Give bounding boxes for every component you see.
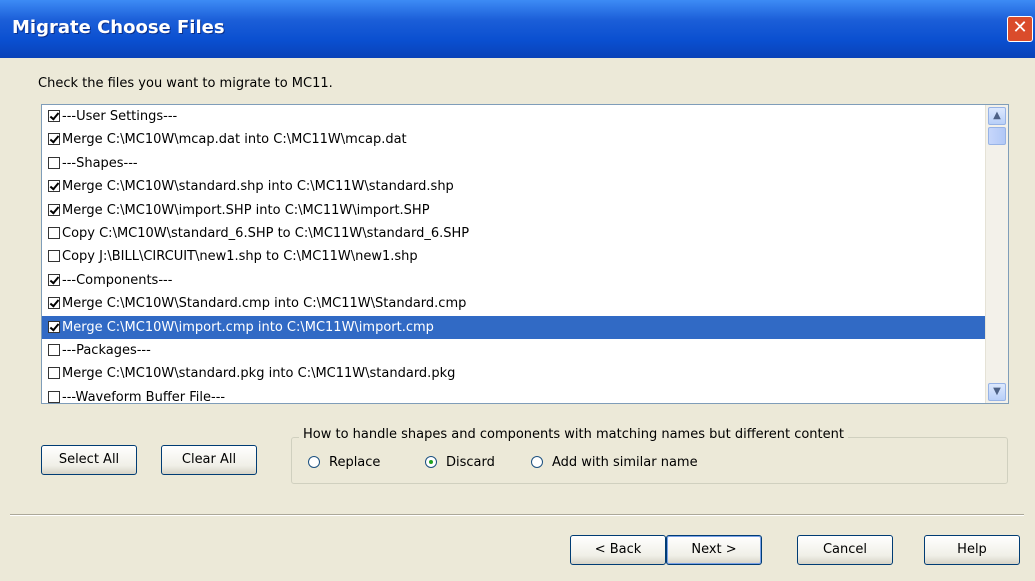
back-button[interactable]: < Back xyxy=(570,535,666,565)
file-item-label: ---Waveform Buffer File--- xyxy=(62,389,226,404)
instruction-text: Check the files you want to migrate to M… xyxy=(38,76,333,91)
file-list-item[interactable]: ---Shapes--- xyxy=(42,152,986,175)
file-list[interactable]: ---User Settings--- Merge C:\MC10W\mcap.d… xyxy=(41,104,1009,404)
file-checkbox[interactable] xyxy=(48,250,60,263)
close-icon: ✕ xyxy=(1012,17,1028,38)
separator xyxy=(10,514,1024,516)
clear-all-button[interactable]: Clear All xyxy=(161,445,257,475)
cancel-button[interactable]: Cancel xyxy=(797,535,893,565)
file-checkbox[interactable] xyxy=(48,297,60,310)
file-checkbox[interactable] xyxy=(48,203,60,216)
radio-discard[interactable]: Discard xyxy=(425,455,495,470)
radio-replace-indicator xyxy=(308,456,320,468)
file-checkbox[interactable] xyxy=(48,367,60,380)
close-button[interactable]: ✕ xyxy=(1007,16,1033,42)
file-item-label: ---Components--- xyxy=(62,272,173,288)
file-list-item[interactable]: Merge C:\MC10W\import.cmp into C:\MC11W\… xyxy=(42,315,986,339)
file-item-label: Copy J:\BILL\CIRCUIT\new1.shp to C:\MC11… xyxy=(62,249,418,265)
file-item-label: Merge C:\MC10W\standard.shp into C:\MC11… xyxy=(62,179,454,195)
radio-add-similar-indicator xyxy=(531,456,543,468)
scroll-up-button[interactable]: ▲ xyxy=(988,107,1006,125)
help-button[interactable]: Help xyxy=(924,535,1020,565)
file-list-item[interactable]: Merge C:\MC10W\mcap.dat into C:\MC11W\mc… xyxy=(42,128,986,151)
file-item-label: Copy C:\MC10W\standard_6.SHP to C:\MC11W… xyxy=(62,225,470,241)
file-checkbox[interactable] xyxy=(48,320,60,333)
file-item-label: Merge C:\MC10W\Standard.cmp into C:\MC11… xyxy=(62,296,467,312)
file-list-item[interactable]: ---Waveform Buffer File--- xyxy=(42,386,986,404)
scroll-thumb[interactable] xyxy=(988,127,1006,145)
file-checkbox[interactable] xyxy=(48,226,60,239)
scroll-down-button[interactable]: ▼ xyxy=(988,383,1006,401)
file-checkbox[interactable] xyxy=(48,180,60,193)
file-item-label: ---User Settings--- xyxy=(62,109,178,124)
radio-add-similar[interactable]: Add with similar name xyxy=(531,455,698,470)
file-item-label: Merge C:\MC10W\import.cmp into C:\MC11W\… xyxy=(62,319,434,335)
radio-replace-label: Replace xyxy=(329,455,381,470)
file-checkbox[interactable] xyxy=(48,156,60,169)
file-checkbox[interactable] xyxy=(48,110,60,122)
chevron-down-icon: ▼ xyxy=(993,386,1001,397)
radio-discard-label: Discard xyxy=(446,455,495,470)
radio-replace[interactable]: Replace xyxy=(308,455,380,470)
file-list-rows: ---User Settings--- Merge C:\MC10W\mcap.d… xyxy=(42,105,986,404)
file-item-label: Merge C:\MC10W\mcap.dat into C:\MC11W\mc… xyxy=(62,132,407,148)
file-list-item[interactable]: ---User Settings--- xyxy=(42,105,986,128)
chevron-up-icon: ▲ xyxy=(993,110,1001,121)
file-checkbox[interactable] xyxy=(48,273,60,286)
next-button[interactable]: Next > xyxy=(666,535,762,565)
file-list-item[interactable]: Merge C:\MC10W\standard.shp into C:\MC11… xyxy=(42,175,986,198)
window-title: Migrate Choose Files xyxy=(12,17,225,38)
radio-add-similar-label: Add with similar name xyxy=(552,455,698,470)
file-item-label: Merge C:\MC10W\standard.pkg into C:\MC11… xyxy=(62,366,456,382)
select-all-button[interactable]: Select All xyxy=(41,445,137,475)
file-checkbox[interactable] xyxy=(48,390,60,403)
file-list-item[interactable]: Merge C:\MC10W\standard.pkg into C:\MC11… xyxy=(42,362,986,385)
file-item-label: ---Shapes--- xyxy=(62,155,138,171)
migrate-dialog: Migrate Choose Files ✕ Check the files y… xyxy=(0,0,1035,581)
file-item-label: ---Packages--- xyxy=(62,342,151,358)
radio-discard-indicator xyxy=(425,456,437,468)
file-checkbox[interactable] xyxy=(48,343,60,356)
file-item-label: Merge C:\MC10W\import.SHP into C:\MC11W\… xyxy=(62,202,430,218)
file-checkbox[interactable] xyxy=(48,133,60,146)
file-list-item[interactable]: ---Packages--- xyxy=(42,339,986,362)
file-list-item[interactable]: Merge C:\MC10W\import.SHP into C:\MC11W\… xyxy=(42,199,986,222)
file-list-item[interactable]: Copy C:\MC10W\standard_6.SHP to C:\MC11W… xyxy=(42,222,986,245)
title-bar[interactable]: Migrate Choose Files ✕ xyxy=(0,0,1035,58)
vertical-scrollbar[interactable]: ▲ ▼ xyxy=(985,105,1008,403)
file-list-item[interactable]: Copy J:\BILL\CIRCUIT\new1.shp to C:\MC11… xyxy=(42,245,986,268)
file-list-item[interactable]: ---Components--- xyxy=(42,269,986,292)
file-list-item[interactable]: Merge C:\MC10W\Standard.cmp into C:\MC11… xyxy=(42,292,986,315)
conflict-options-legend: How to handle shapes and components with… xyxy=(299,427,848,442)
